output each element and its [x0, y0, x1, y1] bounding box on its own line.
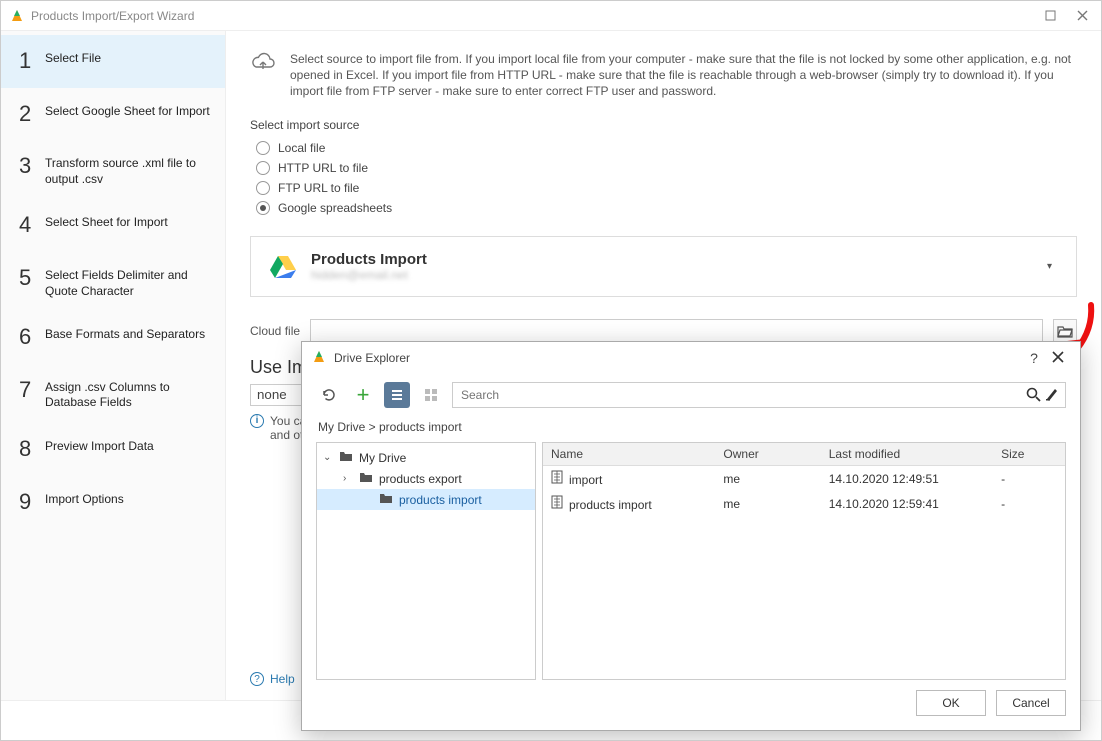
col-modified[interactable]: Last modified [821, 443, 993, 465]
wizard-window: Products Import/Export Wizard 1Select Fi… [0, 0, 1102, 741]
col-owner[interactable]: Owner [715, 443, 820, 465]
refresh-icon [321, 387, 337, 403]
radio-google-spreadsheets[interactable]: Google spreadsheets [256, 198, 1077, 218]
help-icon: ? [250, 672, 264, 686]
drive-account-email: hidden@email.net [311, 268, 1027, 282]
clear-search-icon[interactable] [1045, 387, 1059, 404]
expand-icon[interactable]: › [343, 473, 353, 484]
grid-view-button[interactable] [418, 382, 444, 408]
folder-icon [339, 450, 353, 465]
dialog-title: Drive Explorer [334, 351, 1022, 365]
search-icon[interactable] [1025, 386, 1041, 405]
breadcrumb[interactable]: My Drive > products import [302, 414, 1080, 442]
folder-icon [359, 471, 373, 486]
spreadsheet-icon [551, 498, 563, 512]
search-box [452, 382, 1066, 408]
list-icon [390, 388, 404, 402]
grid-header: Name Owner Last modified Size [543, 443, 1065, 466]
step-9[interactable]: 9Import Options [1, 476, 225, 529]
cloud-upload-icon [250, 51, 276, 100]
step-4[interactable]: 4Select Sheet for Import [1, 199, 225, 252]
drive-explorer-dialog: Drive Explorer ? + [301, 341, 1081, 731]
file-row[interactable]: products import me 14.10.2020 12:59:41 - [543, 491, 1065, 516]
close-icon[interactable] [1075, 9, 1089, 23]
app-icon [9, 8, 25, 24]
chevron-down-icon[interactable]: ▾ [1041, 255, 1058, 278]
refresh-button[interactable] [316, 382, 342, 408]
source-radio-group: Local file HTTP URL to file FTP URL to f… [256, 138, 1077, 218]
intro-text: Select source to import file from. If yo… [290, 51, 1077, 100]
step-3[interactable]: 3Transform source .xml file to output .c… [1, 140, 225, 199]
drive-account-info: Products Import hidden@email.net [311, 251, 1027, 282]
cloud-file-label: Cloud file [250, 324, 300, 338]
cancel-button[interactable]: Cancel [996, 690, 1066, 716]
dialog-footer: OK Cancel [302, 680, 1080, 730]
folder-tree: ⌄ My Drive › products export products im… [316, 442, 536, 680]
radio-icon [256, 201, 270, 215]
drive-account-name: Products Import [311, 251, 1027, 268]
app-icon [312, 350, 328, 366]
radio-icon [256, 181, 270, 195]
dialog-titlebar: Drive Explorer ? [302, 342, 1080, 374]
browse-folder-button[interactable] [1053, 319, 1077, 343]
list-view-button[interactable] [384, 382, 410, 408]
grid-icon [424, 388, 438, 402]
dialog-toolbar: + [302, 374, 1080, 414]
radio-icon [256, 161, 270, 175]
spreadsheet-icon [551, 473, 563, 487]
file-grid: Name Owner Last modified Size import me … [542, 442, 1066, 680]
titlebar: Products Import/Export Wizard [1, 1, 1101, 31]
radio-ftp-url[interactable]: FTP URL to file [256, 178, 1077, 198]
folder-open-icon [1057, 324, 1073, 338]
file-row[interactable]: import me 14.10.2020 12:49:51 - [543, 466, 1065, 491]
window-controls [1043, 9, 1089, 23]
radio-local-file[interactable]: Local file [256, 138, 1077, 158]
add-button[interactable]: + [350, 382, 376, 408]
col-name[interactable]: Name [543, 443, 715, 465]
step-5[interactable]: 5Select Fields Delimiter and Quote Chara… [1, 252, 225, 311]
wizard-steps-sidebar: 1Select File 2Select Google Sheet for Im… [1, 31, 226, 700]
ok-button[interactable]: OK [916, 690, 986, 716]
window-title: Products Import/Export Wizard [31, 9, 1043, 23]
col-size[interactable]: Size [993, 443, 1065, 465]
cloud-file-row: Cloud file [250, 319, 1077, 343]
cloud-file-input[interactable] [310, 319, 1043, 343]
step-1[interactable]: 1Select File [1, 35, 225, 88]
google-drive-account-box[interactable]: Products Import hidden@email.net ▾ [250, 236, 1077, 297]
dialog-close-icon[interactable] [1046, 350, 1070, 366]
info-icon: i [250, 414, 264, 428]
tree-item-products-import[interactable]: products import [317, 489, 535, 510]
step-2[interactable]: 2Select Google Sheet for Import [1, 88, 225, 141]
step-8[interactable]: 8Preview Import Data [1, 423, 225, 476]
step-6[interactable]: 6Base Formats and Separators [1, 311, 225, 364]
tree-item-products-export[interactable]: › products export [317, 468, 535, 489]
search-input[interactable] [459, 387, 1021, 403]
collapse-icon[interactable]: ⌄ [323, 452, 333, 463]
step-7[interactable]: 7Assign .csv Columns to Database Fields [1, 364, 225, 423]
folder-icon [379, 492, 393, 507]
google-drive-icon [269, 254, 297, 278]
source-label: Select import source [250, 118, 1077, 132]
radio-icon [256, 141, 270, 155]
help-link[interactable]: ? Help [250, 672, 295, 686]
intro-row: Select source to import file from. If yo… [250, 51, 1077, 100]
maximize-icon[interactable] [1043, 9, 1057, 23]
radio-http-url[interactable]: HTTP URL to file [256, 158, 1077, 178]
tree-item-my-drive[interactable]: ⌄ My Drive [317, 447, 535, 468]
dialog-help-icon[interactable]: ? [1022, 350, 1046, 366]
